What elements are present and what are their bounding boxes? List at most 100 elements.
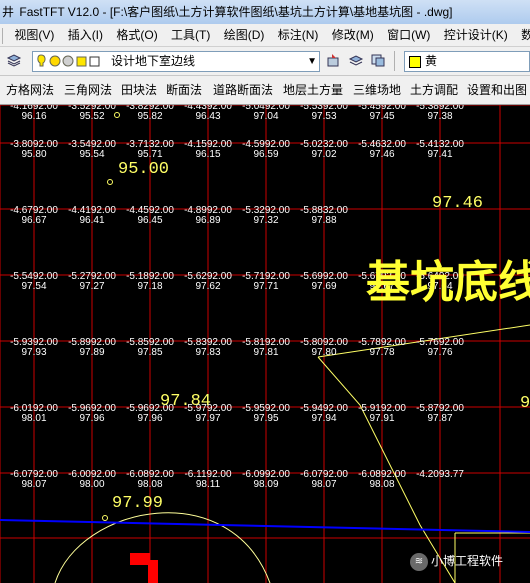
ground-elevation-label: 97.83	[195, 347, 220, 358]
ground-elevation-label: 98.07	[21, 479, 46, 490]
menu-bar: 视图(V) 插入(I) 格式(O) 工具(T) 绘图(D) 标注(N) 修改(M…	[0, 24, 530, 47]
layer-toolbar: 设计地下室边线 ▼ 黄	[0, 47, 530, 76]
ground-elevation-label: 97.71	[253, 281, 278, 292]
ground-elevation-label: 97.18	[137, 281, 162, 292]
ground-elevation-label: 96.15	[195, 149, 220, 160]
ground-elevation-label: 98.08	[137, 479, 162, 490]
ground-elevation-label: 97.80	[311, 347, 336, 358]
ground-elevation-label: 97.46	[369, 149, 394, 160]
ground-elevation-label: 96.45	[137, 215, 162, 226]
menu-draw[interactable]: 绘图(D)	[218, 24, 269, 46]
menu-design[interactable]: 控计设计(K)	[438, 24, 512, 46]
survey-point	[102, 515, 108, 521]
ground-elevation-label: 98.00	[79, 479, 104, 490]
elevation-annotation: 95.00	[118, 160, 169, 179]
layers-icon[interactable]	[6, 52, 22, 68]
func-3d-site[interactable]: 三维场地	[353, 76, 401, 104]
ground-elevation-label: 97.97	[195, 413, 220, 424]
elevation-annotation: 97.84	[160, 392, 211, 411]
func-stratum-volume[interactable]: 地层土方量	[283, 76, 343, 104]
red-marker	[130, 553, 158, 583]
ground-elevation-label: 97.38	[427, 111, 452, 122]
ground-elevation-label: 97.54	[21, 281, 46, 292]
layer-states-icon[interactable]	[370, 52, 386, 68]
ground-elevation-label: 97.93	[21, 347, 46, 358]
ground-elevation-label: 97.81	[253, 347, 278, 358]
ground-elevation-label: 95.82	[137, 111, 162, 122]
layer-state-icons	[37, 54, 100, 67]
ground-elevation-label: 96.41	[79, 215, 104, 226]
color-select[interactable]: 黄	[404, 51, 530, 72]
ground-elevation-label: 96.43	[195, 111, 220, 122]
func-field-method[interactable]: 田块法	[121, 76, 157, 104]
design-elevation-label: -4.2093.77	[416, 469, 464, 480]
elevation-annotation: 97.46	[432, 194, 483, 213]
ground-elevation-label: 97.94	[311, 413, 336, 424]
ground-elevation-label: 98.08	[369, 479, 394, 490]
menu-tools[interactable]: 工具(T)	[165, 24, 214, 46]
ground-elevation-label: 97.32	[253, 215, 278, 226]
window-title: FastTFT V12.0 - [F:\客户图纸\土方计算软件图纸\基坑土方计算…	[19, 5, 453, 19]
ground-elevation-label: 98.11	[196, 479, 221, 490]
ground-elevation-label: 97.27	[79, 281, 104, 292]
func-earth-allocation[interactable]: 土方调配	[410, 76, 458, 104]
ground-elevation-label: 98.01	[21, 413, 46, 424]
layer-match-icon[interactable]	[326, 52, 342, 68]
drawing-canvas[interactable]: -4.1692.00 96.16 -3.8092.00 95.80 -4.6792.00…	[0, 105, 530, 583]
ground-elevation-label: 97.85	[137, 347, 162, 358]
function-toolbar: 方格网法 三角网法 田块法 断面法 道路断面法 地层土方量 三维场地 土方调配 …	[0, 76, 530, 105]
pit-bottom-label: 基坑底线	[366, 258, 530, 307]
elevation-annotation: 97.7	[520, 394, 530, 413]
ground-elevation-label: 97.76	[427, 347, 452, 358]
ground-elevation-label: 98.09	[253, 479, 278, 490]
menu-dimension[interactable]: 标注(N)	[272, 24, 323, 46]
menu-modify[interactable]: 修改(M)	[326, 24, 378, 46]
layer-select[interactable]: 设计地下室边线 ▼	[32, 51, 320, 72]
chevron-down-icon[interactable]: ▼	[307, 52, 317, 71]
survey-point	[114, 112, 120, 118]
ground-elevation-label: 96.89	[195, 215, 220, 226]
ground-elevation-label: 95.71	[137, 149, 162, 160]
toolbar-separator	[394, 51, 395, 71]
ground-elevation-label: 97.96	[137, 413, 162, 424]
func-grid-method[interactable]: 方格网法	[6, 76, 54, 104]
ground-elevation-label: 97.41	[427, 149, 452, 160]
ground-elevation-label: 97.02	[311, 149, 336, 160]
menu-grip	[2, 27, 3, 44]
menu-insert[interactable]: 插入(I)	[62, 24, 107, 46]
ground-elevation-label: 97.95	[253, 413, 278, 424]
ground-elevation-label: 97.91	[369, 413, 394, 424]
title-bar: 井 FastTFT V12.0 - [F:\客户图纸\土方计算软件图纸\基坑土方…	[0, 0, 530, 25]
ground-elevation-label: 97.78	[369, 347, 394, 358]
func-settings-plot[interactable]: 设置和出图	[467, 76, 527, 104]
menu-view[interactable]: 视图(V)	[8, 24, 58, 46]
menu-more[interactable]: 数	[515, 24, 530, 46]
layer-name: 设计地下室边线	[111, 54, 196, 68]
ground-elevation-label: 97.88	[311, 215, 336, 226]
color-name: 黄	[425, 54, 438, 68]
ground-elevation-label: 95.54	[79, 149, 104, 160]
ground-elevation-label: 96.16	[21, 111, 46, 122]
title-prefix: 井	[2, 5, 15, 19]
ground-elevation-label: 97.69	[311, 281, 336, 292]
ground-elevation-label: 97.62	[195, 281, 220, 292]
ground-elevation-label: 96.59	[253, 149, 278, 160]
survey-point	[107, 179, 113, 185]
ground-elevation-label: 97.96	[79, 413, 104, 424]
cad-drawing: -4.1692.0096.16-3.8092.0095.80-4.6792.00…	[0, 105, 530, 583]
ground-elevation-label: 97.45	[369, 111, 394, 122]
menu-format[interactable]: 格式(O)	[110, 24, 161, 46]
ground-elevation-label: 97.89	[79, 347, 104, 358]
watermark-logo-icon: ≋	[410, 552, 428, 571]
watermark-text: 小博工程软件	[431, 554, 504, 568]
ground-elevation-label: 97.53	[311, 111, 336, 122]
ground-elevation-label: 96.67	[21, 215, 46, 226]
layer-previous-icon[interactable]	[348, 52, 364, 68]
road-line	[0, 519, 530, 533]
func-triangle-method[interactable]: 三角网法	[64, 76, 112, 104]
watermark: ≋ 小博工程软件	[410, 548, 528, 574]
func-road-section[interactable]: 道路断面法	[213, 76, 273, 104]
ground-elevation-label: 95.80	[21, 149, 46, 160]
func-section-method[interactable]: 断面法	[166, 76, 202, 104]
menu-window[interactable]: 窗口(W)	[381, 24, 434, 46]
